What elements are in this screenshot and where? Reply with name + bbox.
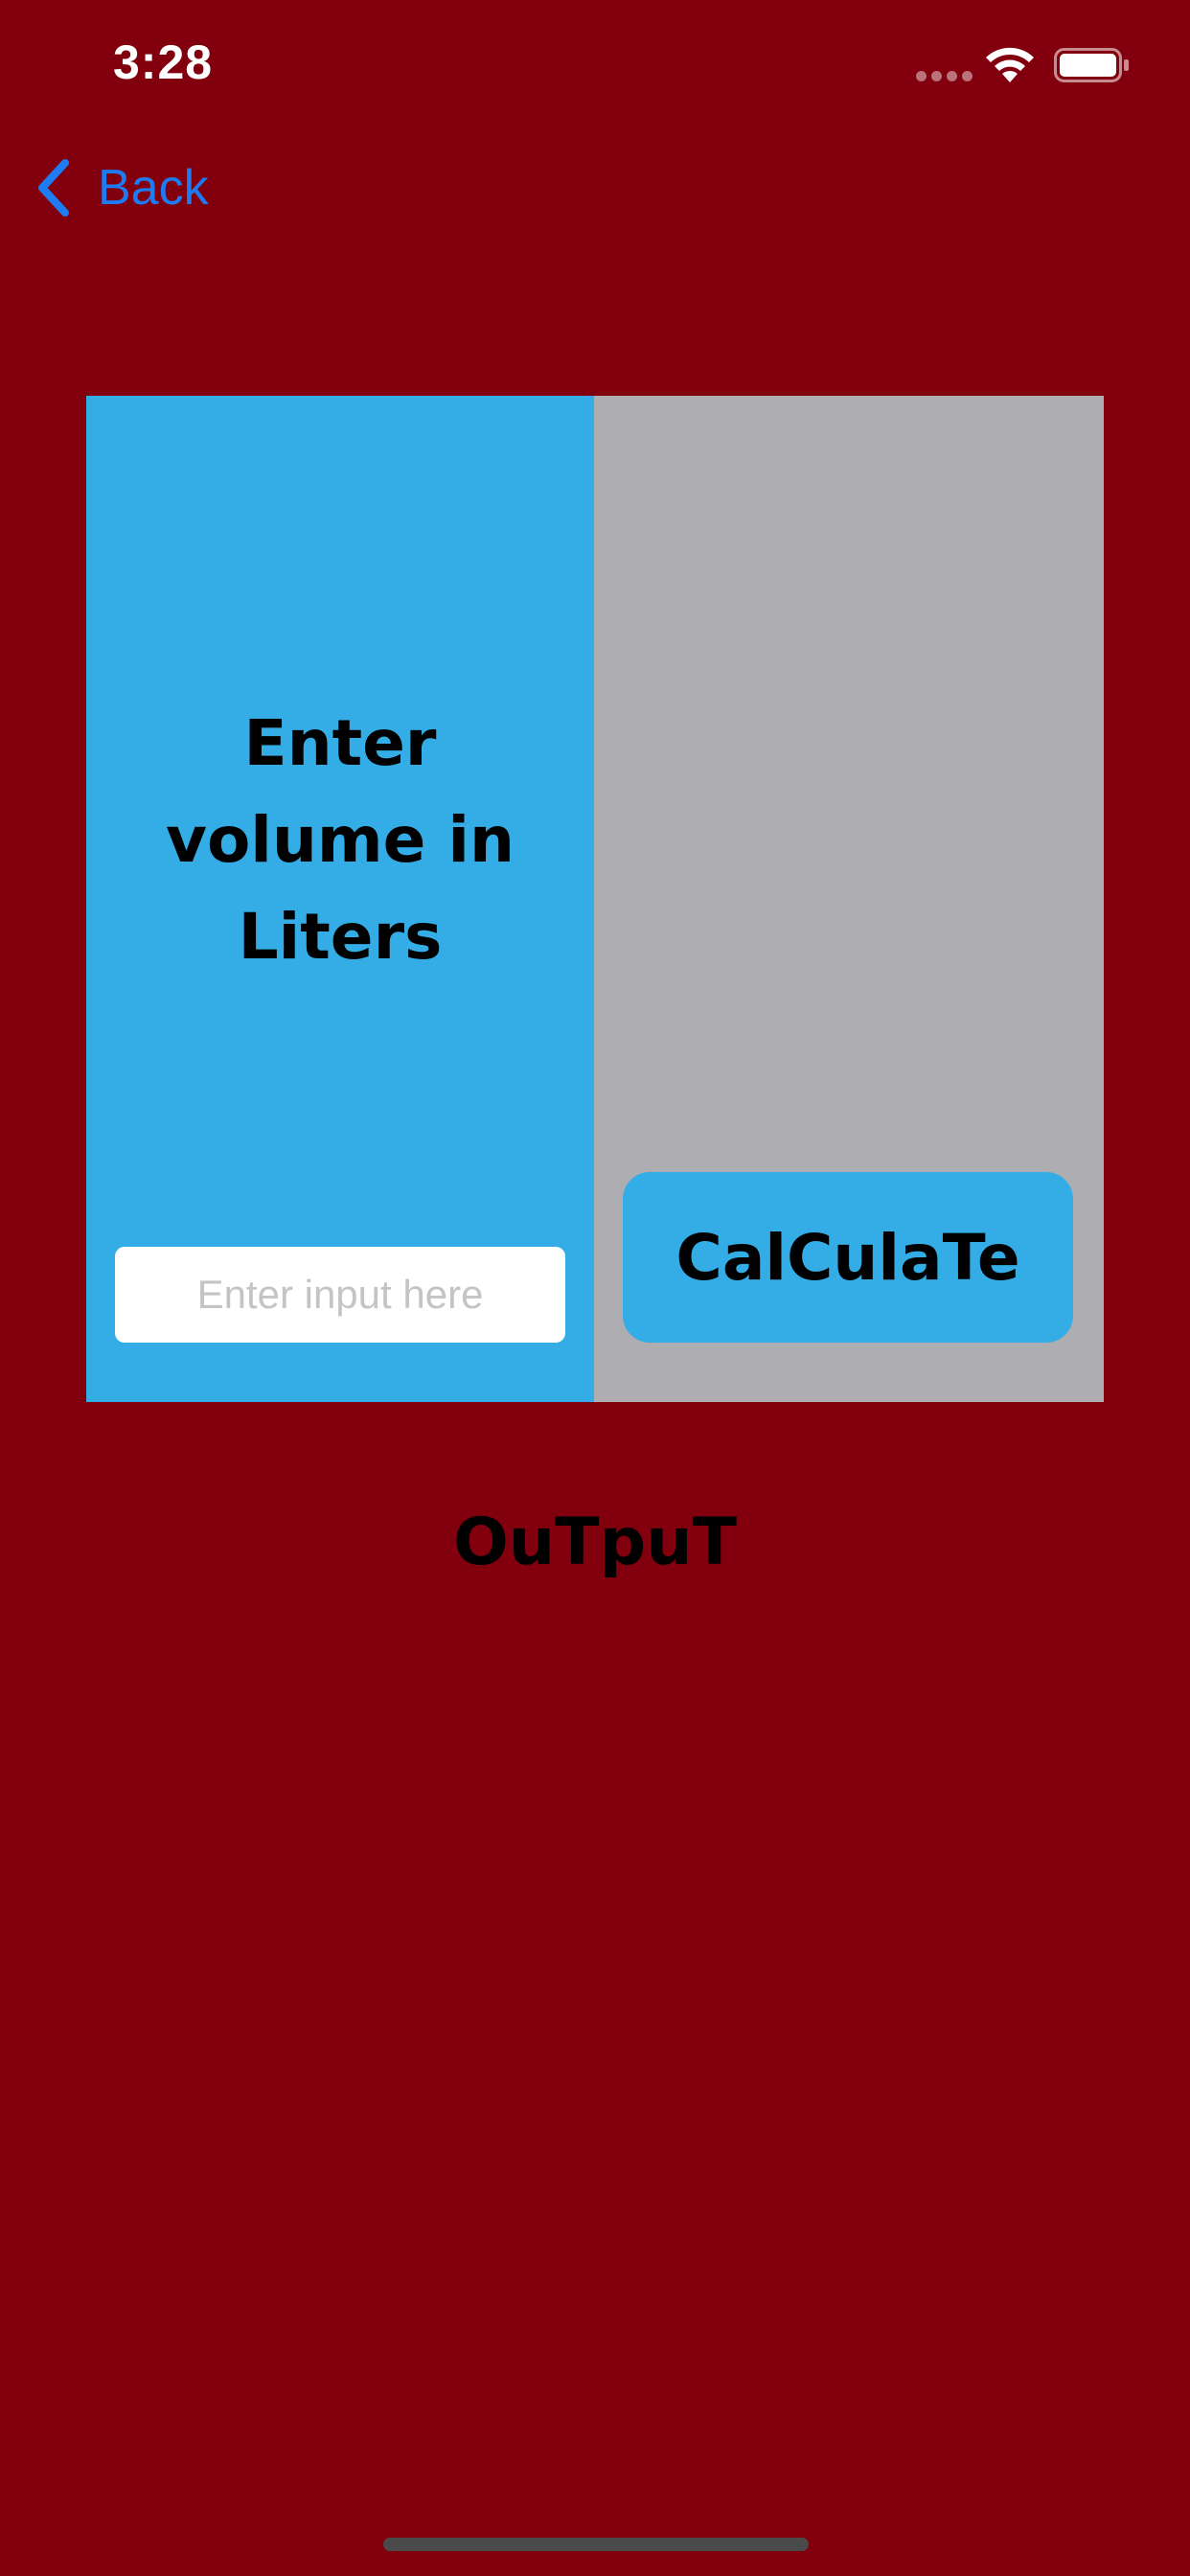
action-section: CalCulaTe — [594, 396, 1104, 1402]
cellular-signal-icon — [916, 71, 973, 82]
status-bar: 3:28 — [0, 0, 1190, 134]
input-section: Enter volume in Liters — [86, 396, 594, 1402]
home-indicator[interactable] — [383, 2538, 809, 2551]
volume-input[interactable] — [115, 1247, 565, 1343]
back-button[interactable]: Back — [34, 153, 209, 222]
status-time: 3:28 — [113, 35, 214, 89]
output-label: OuTpuT — [452, 1505, 738, 1580]
volume-prompt-label: Enter volume in Liters — [165, 706, 515, 974]
calculate-button[interactable]: CalCulaTe — [623, 1172, 1073, 1343]
back-label: Back — [98, 160, 209, 216]
wifi-icon — [986, 47, 1034, 82]
converter-panel: Enter volume in Liters CalCulaTe — [86, 396, 1104, 1402]
battery-icon — [1054, 48, 1129, 82]
chevron-left-icon — [38, 159, 69, 217]
